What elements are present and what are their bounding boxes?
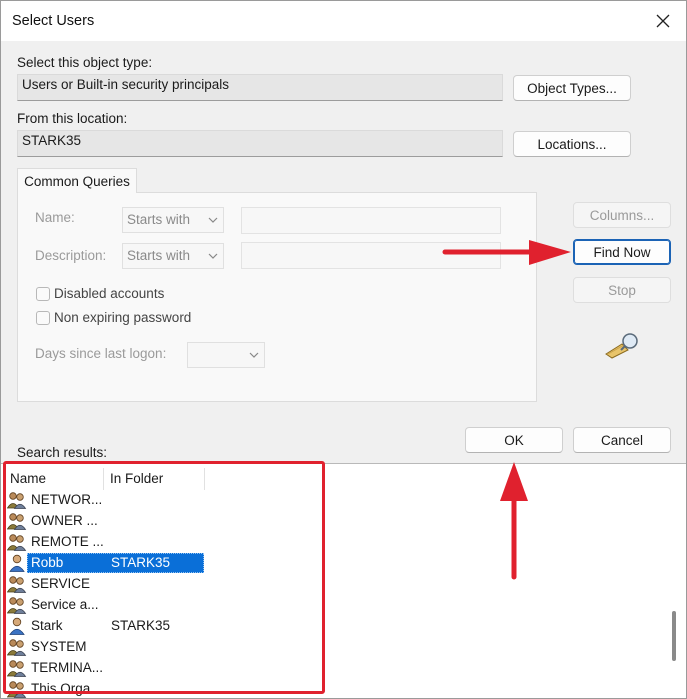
ok-button[interactable]: OK <box>465 427 563 453</box>
arrow-to-find-now-annotation <box>442 240 571 265</box>
group-icon <box>6 533 27 551</box>
description-mode-select[interactable]: Starts with <box>122 243 224 269</box>
list-item-name: SYSTEM <box>31 639 87 654</box>
name-label: Name: <box>35 210 75 225</box>
days-since-logon-select[interactable] <box>187 342 265 368</box>
name-mode-value: Starts with <box>127 212 191 227</box>
common-queries-panel: Name: Starts with Description: Starts wi… <box>17 192 537 402</box>
list-item-name: NETWOR... <box>31 492 103 507</box>
days-since-logon-label: Days since last logon: <box>35 346 167 361</box>
description-label: Description: <box>35 248 107 263</box>
list-item[interactable]: TERMINA... <box>5 658 255 678</box>
column-header-name[interactable]: Name <box>10 466 102 490</box>
list-item-name: Stark <box>31 618 63 633</box>
group-icon <box>6 596 27 614</box>
name-input[interactable] <box>241 207 501 234</box>
non-expiring-checkbox[interactable] <box>36 311 50 325</box>
columns-button[interactable]: Columns... <box>573 202 671 228</box>
location-field: STARK35 <box>17 130 503 157</box>
list-item[interactable]: Robb STARK35 <box>5 553 255 573</box>
column-header-in-folder[interactable]: In Folder <box>110 466 202 490</box>
list-item[interactable]: SYSTEM <box>5 637 255 657</box>
title-bar: Select Users <box>1 1 686 41</box>
list-item[interactable]: Stark STARK35 <box>5 616 255 636</box>
tab-common-queries[interactable]: Common Queries <box>17 168 137 193</box>
close-button[interactable] <box>640 1 686 41</box>
list-item-folder: STARK35 <box>111 618 171 633</box>
vertical-scrollbar-thumb[interactable] <box>672 611 676 661</box>
list-item-name: This Orga... <box>31 681 102 696</box>
user-icon <box>7 617 27 635</box>
list-item[interactable]: REMOTE ... <box>5 532 255 552</box>
list-item-name: OWNER ... <box>31 513 98 528</box>
chevron-down-icon <box>249 352 259 358</box>
find-now-button[interactable]: Find Now <box>573 239 671 265</box>
disabled-accounts-checkbox[interactable] <box>36 287 50 301</box>
chevron-down-icon <box>208 217 218 223</box>
list-item-name: TERMINA... <box>31 660 104 675</box>
user-icon <box>7 554 27 572</box>
list-item-folder: STARK35 <box>111 555 171 570</box>
group-icon <box>6 575 27 593</box>
select-users-dialog: Select Users Select this object type: Us… <box>0 0 687 699</box>
list-item[interactable]: OWNER ... <box>5 511 255 531</box>
list-item-name: SERVICE <box>31 576 91 591</box>
close-icon <box>656 14 670 28</box>
object-type-label: Select this object type: <box>17 55 153 70</box>
group-icon <box>6 659 27 677</box>
list-item[interactable]: NETWOR... <box>5 490 255 510</box>
non-expiring-label: Non expiring password <box>54 310 192 325</box>
disabled-accounts-label: Disabled accounts <box>54 286 165 301</box>
object-types-button[interactable]: Object Types... <box>513 75 631 101</box>
group-icon <box>6 638 27 656</box>
search-flashlight-icon <box>605 333 638 359</box>
name-mode-select[interactable]: Starts with <box>122 207 224 233</box>
locations-button[interactable]: Locations... <box>513 131 631 157</box>
object-type-field: Users or Built-in security principals <box>17 74 503 101</box>
list-item[interactable]: Service a... <box>5 595 255 615</box>
list-item[interactable]: This Orga... <box>5 679 255 698</box>
list-item-name: Robb <box>31 555 64 570</box>
cancel-button[interactable]: Cancel <box>573 427 671 453</box>
stop-button[interactable]: Stop <box>573 277 671 303</box>
group-icon <box>6 512 27 530</box>
location-label: From this location: <box>17 111 128 126</box>
search-results-list[interactable]: Name In Folder NETWOR... OWNER ... REMOTE … <box>1 463 686 698</box>
column-divider[interactable] <box>204 468 205 490</box>
list-item[interactable]: SERVICE <box>5 574 255 594</box>
list-item-name: REMOTE ... <box>31 534 104 549</box>
group-icon <box>6 491 27 509</box>
group-icon <box>6 680 27 698</box>
description-mode-value: Starts with <box>127 248 191 263</box>
search-results-label: Search results: <box>17 445 108 460</box>
arrow-to-ok-annotation <box>500 462 528 580</box>
list-item-name: Service a... <box>31 597 99 612</box>
chevron-down-icon <box>208 253 218 259</box>
window-title: Select Users <box>12 13 95 29</box>
column-divider[interactable] <box>103 468 104 490</box>
